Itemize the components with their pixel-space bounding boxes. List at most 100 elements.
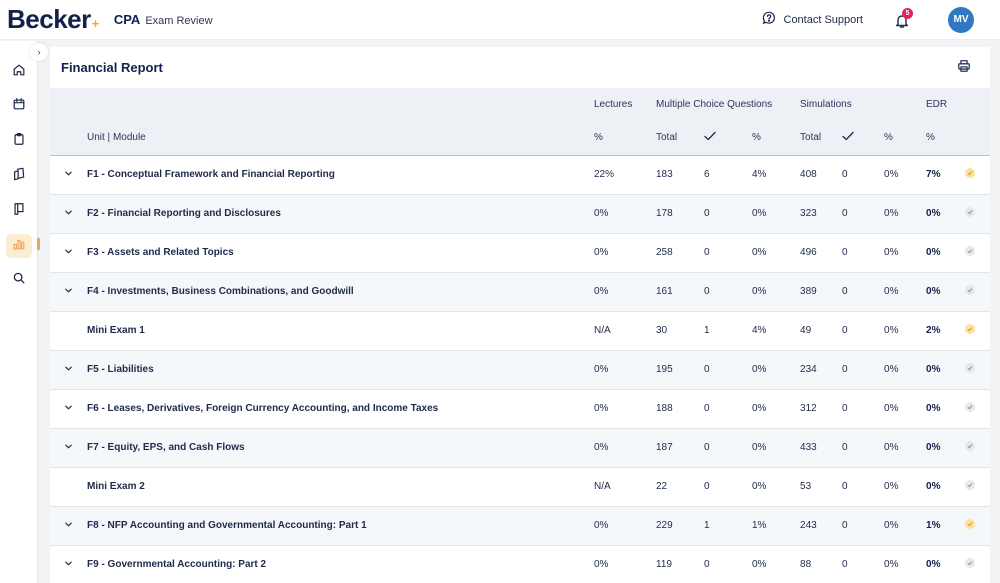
sim-pct: 0% bbox=[884, 272, 927, 312]
bar-chart-icon bbox=[12, 237, 26, 256]
table-row[interactable]: F9 - Governmental Accounting: Part 2 0% 11… bbox=[50, 545, 991, 583]
expand-row-toggle[interactable] bbox=[50, 233, 87, 273]
table-row[interactable]: F1 - Conceptual Framework and Financial … bbox=[50, 155, 991, 195]
sim-pct-header[interactable]: % bbox=[884, 121, 927, 156]
progress-badge-inactive-icon bbox=[964, 206, 976, 218]
home-icon bbox=[12, 63, 26, 82]
edr-pct: 0% bbox=[926, 428, 965, 468]
sim-total: 389 bbox=[800, 272, 843, 312]
table-row[interactable]: F3 - Assets and Related Topics 0% 258 0 0% 49… bbox=[50, 233, 991, 273]
expand-row-toggle[interactable] bbox=[50, 350, 87, 390]
sim-correct: 0 bbox=[842, 194, 885, 234]
contact-support-button[interactable]: Contact Support bbox=[762, 11, 863, 28]
unit-module-name[interactable]: F7 - Equity, EPS, and Cash Flows bbox=[87, 428, 594, 468]
user-avatar[interactable]: MV bbox=[948, 6, 974, 33]
edr-pct: 0% bbox=[926, 350, 965, 390]
mcq-pct: 0% bbox=[752, 350, 801, 390]
expand-row-toggle[interactable] bbox=[50, 194, 87, 234]
table-row[interactable]: F8 - NFP Accounting and Governmental Acc… bbox=[50, 506, 991, 546]
sim-total: 433 bbox=[800, 428, 843, 468]
sidebar-item-search[interactable] bbox=[6, 268, 32, 292]
table-row[interactable]: F4 - Investments, Business Combinations,… bbox=[50, 272, 991, 312]
chevron-down-icon bbox=[64, 521, 73, 532]
expand-row-toggle[interactable] bbox=[50, 389, 87, 429]
sim-correct-header[interactable] bbox=[842, 121, 885, 156]
checkmark-icon bbox=[704, 132, 716, 144]
sidebar-item-flashcards[interactable] bbox=[6, 164, 32, 188]
column-header-row: Unit | Module % Total % Total % % bbox=[50, 121, 991, 156]
sim-pct: 0% bbox=[884, 311, 927, 351]
sidebar-item-home[interactable] bbox=[6, 60, 32, 84]
notifications-button[interactable]: 5 bbox=[893, 7, 913, 30]
progress-badge-inactive-icon bbox=[964, 440, 976, 452]
edr-pct: 7% bbox=[926, 155, 965, 195]
edr-pct-header[interactable]: % bbox=[926, 121, 965, 156]
sidebar-item-calendar[interactable] bbox=[6, 94, 32, 118]
print-button[interactable] bbox=[957, 59, 973, 75]
table-row[interactable]: F2 - Financial Reporting and Disclosures… bbox=[50, 194, 991, 234]
unit-module-header[interactable]: Unit | Module bbox=[87, 121, 594, 156]
sim-total: 53 bbox=[800, 467, 843, 507]
sim-total-header[interactable]: Total bbox=[800, 121, 843, 156]
sim-pct: 0% bbox=[884, 155, 927, 195]
sidebar-item-clipboard[interactable] bbox=[6, 129, 32, 153]
sidebar-item-notes[interactable] bbox=[6, 199, 32, 223]
unit-module-name[interactable]: F6 - Leases, Derivatives, Foreign Curren… bbox=[87, 389, 594, 429]
mcq-correct: 1 bbox=[704, 311, 752, 351]
lectures-pct: 0% bbox=[594, 272, 656, 312]
notification-count-badge: 5 bbox=[902, 7, 913, 19]
mcq-group-header: Multiple Choice Questions bbox=[656, 99, 773, 110]
unit-module-name[interactable]: F1 - Conceptual Framework and Financial … bbox=[87, 155, 594, 195]
unit-module-name[interactable]: F8 - NFP Accounting and Governmental Acc… bbox=[87, 506, 594, 546]
sim-total: 323 bbox=[800, 194, 843, 234]
expand-row-toggle[interactable] bbox=[50, 545, 87, 583]
lectures-pct: 0% bbox=[594, 350, 656, 390]
simulations-group-header: Simulations bbox=[800, 99, 852, 110]
expand-row-toggle[interactable] bbox=[50, 155, 87, 195]
table-row: Mini Exam 1 N/A 30 1 4% 49 0 0% 2% bbox=[50, 311, 991, 351]
unit-module-name[interactable]: F4 - Investments, Business Combinations,… bbox=[87, 272, 594, 312]
expand-row-toggle[interactable] bbox=[50, 272, 87, 312]
progress-badge-active-icon bbox=[964, 518, 976, 530]
progress-badge-inactive-icon bbox=[964, 245, 976, 257]
sim-correct: 0 bbox=[842, 467, 885, 507]
mcq-pct-header[interactable]: % bbox=[752, 121, 801, 156]
unit-module-name[interactable]: F5 - Liabilities bbox=[87, 350, 594, 390]
mcq-total: 119 bbox=[656, 545, 704, 583]
edr-pct: 0% bbox=[926, 467, 965, 507]
expand-row-toggle[interactable] bbox=[50, 428, 87, 468]
sim-total: 234 bbox=[800, 350, 843, 390]
product-title: CPA bbox=[113, 12, 141, 27]
mcq-correct-header[interactable] bbox=[704, 121, 752, 156]
group-header-row: Lectures Multiple Choice Questions Simul… bbox=[50, 88, 991, 121]
unit-module-name[interactable]: F3 - Assets and Related Topics bbox=[87, 233, 594, 273]
expand-row-toggle[interactable] bbox=[50, 506, 87, 546]
sidebar-item-reports[interactable] bbox=[6, 234, 32, 258]
sidebar-nav bbox=[0, 41, 40, 583]
table-row[interactable]: F7 - Equity, EPS, and Cash Flows 0% 187 0 0%… bbox=[50, 428, 991, 468]
chevron-down-icon bbox=[64, 248, 73, 259]
progress-badge-active-icon bbox=[964, 323, 976, 335]
sidebar-expand-button[interactable]: › bbox=[30, 43, 48, 61]
unit-module-name[interactable]: F9 - Governmental Accounting: Part 2 bbox=[87, 545, 594, 583]
expand-row-toggle bbox=[50, 467, 87, 507]
sim-pct: 0% bbox=[884, 350, 927, 390]
sim-correct: 0 bbox=[842, 506, 885, 546]
logo-plus-mark: + bbox=[91, 16, 100, 31]
progress-badge-inactive-icon bbox=[964, 479, 976, 491]
sim-total: 88 bbox=[800, 545, 843, 583]
unit-module-name[interactable]: F2 - Financial Reporting and Disclosures bbox=[87, 194, 594, 234]
calendar-icon bbox=[12, 97, 26, 116]
progress-badge-inactive-icon bbox=[964, 284, 976, 296]
lectures-pct: 0% bbox=[594, 545, 656, 583]
table-row[interactable]: F5 - Liabilities 0% 195 0 0% 234 0 0% 0% bbox=[50, 350, 991, 390]
mcq-total-header[interactable]: Total bbox=[656, 121, 704, 156]
active-nav-indicator bbox=[37, 238, 40, 250]
product-subtitle: Exam Review bbox=[145, 15, 213, 27]
becker-logo[interactable]: Becker + bbox=[7, 4, 99, 35]
table-row[interactable]: F6 - Leases, Derivatives, Foreign Curren… bbox=[50, 389, 991, 429]
sim-correct: 0 bbox=[842, 428, 885, 468]
mcq-total: 188 bbox=[656, 389, 704, 429]
lectures-pct-header[interactable]: % bbox=[594, 121, 656, 156]
logo-text: Becker bbox=[7, 4, 91, 34]
